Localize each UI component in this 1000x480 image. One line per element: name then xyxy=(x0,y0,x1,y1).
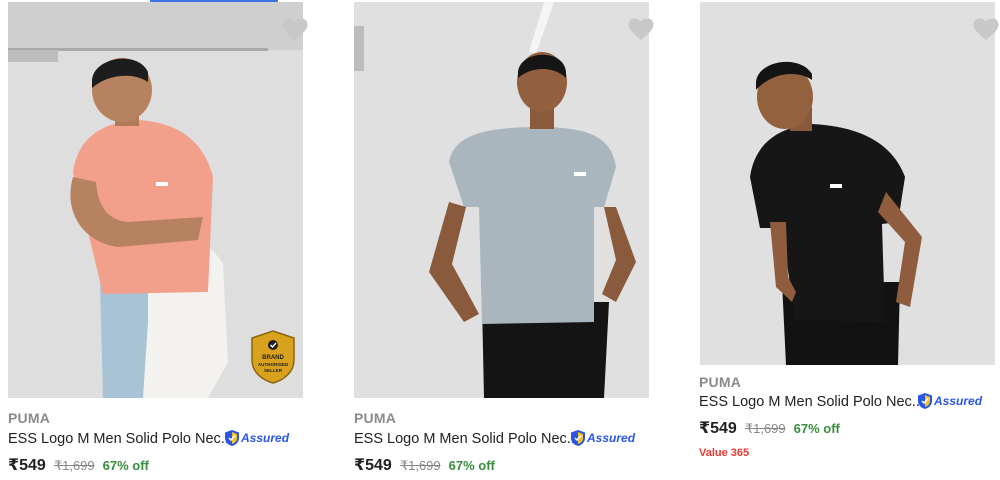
original-price: ₹1,699 xyxy=(399,458,441,473)
product-image[interactable]: BRAND AUTHORISED SELLER xyxy=(8,2,303,398)
product-brand: PUMA xyxy=(354,410,397,426)
product-brand: PUMA xyxy=(8,410,51,426)
discount-percent: 67% off xyxy=(102,458,149,473)
price-row: ₹549 ₹1,699 67% off xyxy=(8,455,149,475)
selling-price: ₹549 xyxy=(354,457,392,474)
model-photo xyxy=(354,2,649,398)
brand-authorised-badge: BRAND AUTHORISED SELLER xyxy=(250,330,296,384)
model-photo xyxy=(700,2,995,365)
product-title[interactable]: ESS Logo M Men Solid Polo Nec... xyxy=(8,431,233,447)
product-image[interactable] xyxy=(354,2,649,398)
product-title[interactable]: ESS Logo M Men Solid Polo Nec... xyxy=(354,431,579,447)
product-image[interactable] xyxy=(700,2,995,365)
assured-label: Assured xyxy=(934,394,983,408)
wishlist-heart-icon[interactable] xyxy=(971,14,1000,44)
assured-badge: Assured xyxy=(224,429,289,447)
wishlist-heart-icon[interactable] xyxy=(280,14,310,44)
discount-percent: 67% off xyxy=(448,458,495,473)
price-row: ₹549 ₹1,699 67% off xyxy=(354,455,495,475)
product-card-2[interactable]: PUMA ESS Logo M Men Solid Polo Nec... As… xyxy=(346,0,676,480)
assured-label: Assured xyxy=(241,431,290,445)
price-row: ₹549 ₹1,699 67% off xyxy=(699,418,840,438)
shield-icon xyxy=(571,430,585,446)
assured-badge: Assured xyxy=(917,392,982,410)
original-price: ₹1,699 xyxy=(744,421,786,436)
badge-line-1: BRAND xyxy=(262,355,284,361)
assured-label: Assured xyxy=(587,431,636,445)
product-brand: PUMA xyxy=(699,374,742,390)
shield-icon xyxy=(918,393,932,409)
selling-price: ₹549 xyxy=(699,420,737,437)
badge-line-3: SELLER xyxy=(264,368,283,373)
value-tag: Value 365 xyxy=(699,447,750,459)
shield-icon xyxy=(225,430,239,446)
wishlist-heart-icon[interactable] xyxy=(626,14,656,44)
assured-badge: Assured xyxy=(570,429,635,447)
product-card-3[interactable]: PUMA ESS Logo M Men Solid Polo Nec... As… xyxy=(692,0,1000,480)
badge-line-2: AUTHORISED xyxy=(258,362,289,367)
original-price: ₹1,699 xyxy=(53,458,95,473)
discount-percent: 67% off xyxy=(793,421,840,436)
product-title[interactable]: ESS Logo M Men Solid Polo Nec... xyxy=(699,394,924,410)
product-card-1[interactable]: BRAND AUTHORISED SELLER PUMA ESS Logo M … xyxy=(0,0,330,480)
selling-price: ₹549 xyxy=(8,457,46,474)
